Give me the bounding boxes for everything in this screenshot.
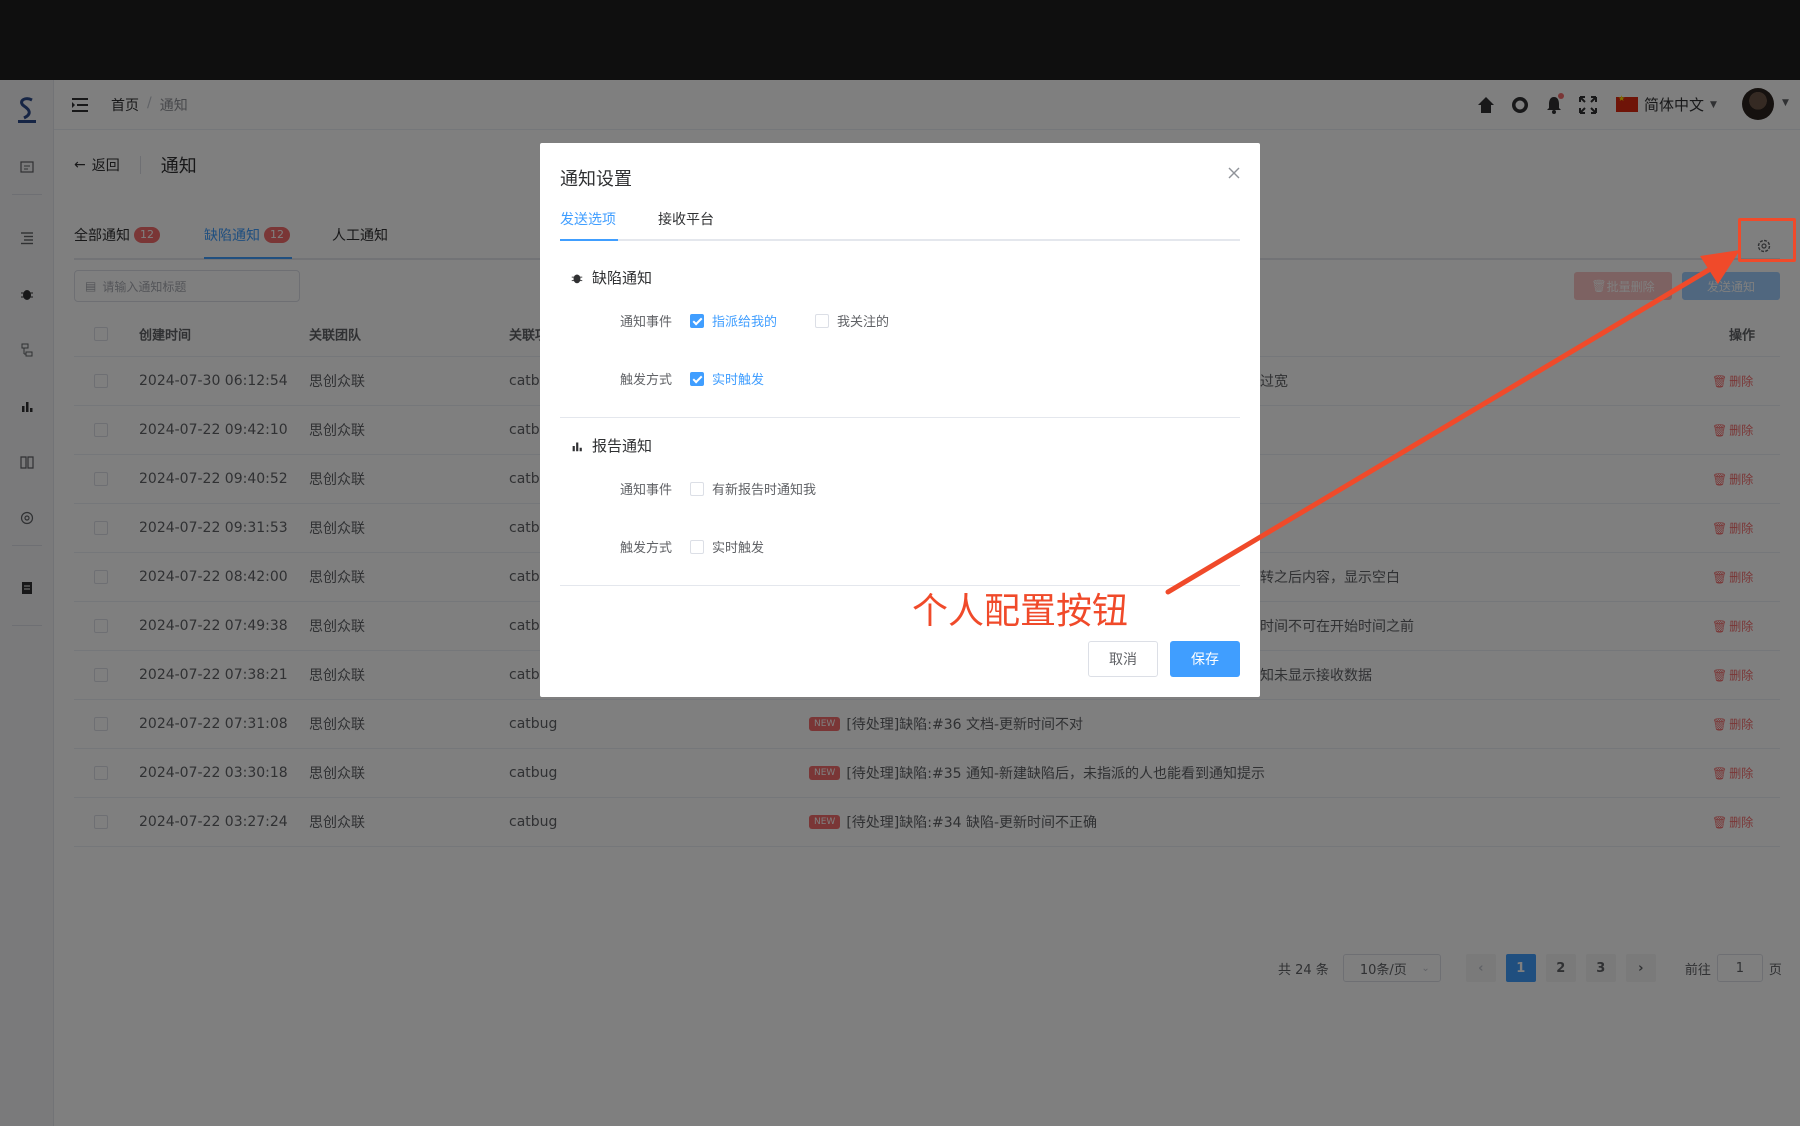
bug-icon [571, 274, 583, 283]
report-section-title: 报告通知 [570, 435, 652, 456]
option-followed[interactable]: 我关注的 [815, 311, 889, 330]
checkbox[interactable] [815, 313, 829, 328]
chart-icon [572, 442, 582, 451]
checkbox[interactable] [690, 481, 704, 496]
section-title-text: 缺陷通知 [592, 269, 653, 287]
option-realtime-trigger[interactable]: 实时触发 [690, 369, 764, 388]
checkbox-checked[interactable] [690, 371, 704, 386]
tab-receive-platform[interactable]: 接收平台 [658, 209, 714, 229]
option-label: 指派给我的 [712, 315, 778, 330]
section-divider [560, 585, 1240, 586]
defect-section-title: 缺陷通知 [570, 267, 652, 288]
option-new-report[interactable]: 有新报告时通知我 [690, 479, 816, 498]
report-event-label: 通知事件 [620, 483, 673, 498]
close-icon[interactable] [1226, 165, 1242, 181]
annotation-highlight-box [1738, 218, 1796, 262]
notification-settings-dialog: 通知设置 发送选项 接收平台 缺陷通知 通知事件 指派给我的 我关注的 触发方式… [540, 143, 1260, 697]
defect-trigger-label: 触发方式 [620, 373, 673, 388]
section-divider [560, 417, 1240, 418]
annotation-label: 个人配置按钮 [912, 591, 1129, 632]
active-tab-indicator [560, 239, 618, 241]
dialog-title: 通知设置 [560, 169, 632, 190]
option-label: 实时触发 [712, 541, 765, 556]
option-label: 有新报告时通知我 [712, 483, 817, 498]
dialog-tabs: 发送选项 接收平台 [560, 203, 1240, 241]
option-label: 我关注的 [837, 315, 890, 330]
report-trigger-label: 触发方式 [620, 541, 673, 556]
tab-send-options[interactable]: 发送选项 [560, 209, 616, 229]
option-assigned-to-me[interactable]: 指派给我的 [690, 311, 777, 330]
option-label: 实时触发 [712, 373, 765, 388]
checkbox[interactable] [690, 539, 704, 554]
save-button[interactable]: 保存 [1170, 641, 1240, 677]
option-report-realtime[interactable]: 实时触发 [690, 537, 764, 556]
defect-event-label: 通知事件 [620, 315, 673, 330]
section-title-text: 报告通知 [592, 437, 653, 455]
cancel-button[interactable]: 取消 [1088, 641, 1158, 677]
checkbox-checked[interactable] [690, 313, 704, 328]
